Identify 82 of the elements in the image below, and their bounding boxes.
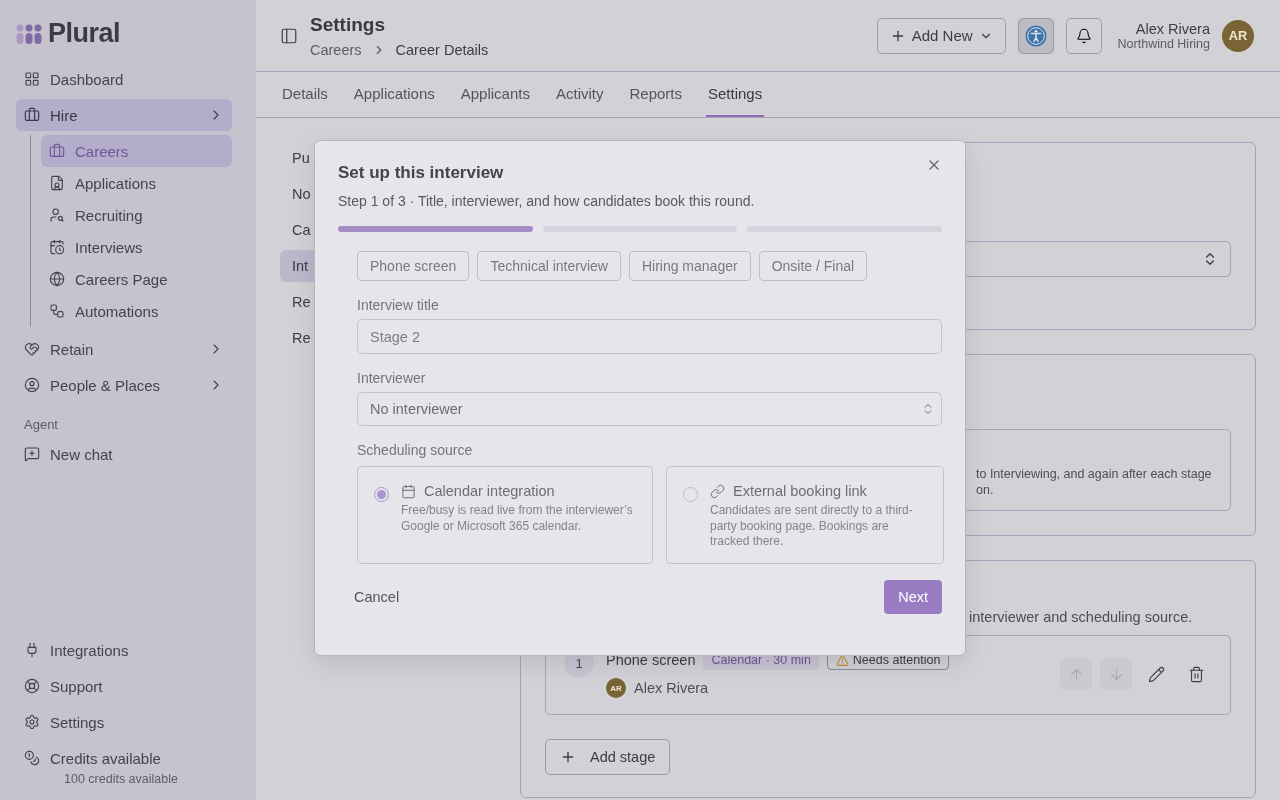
tab[interactable]: Applications <box>351 72 437 117</box>
tab[interactable]: Details <box>280 72 330 117</box>
card-description: interviewer and scheduling source. <box>969 609 1194 625</box>
title-input[interactable]: Stage 2 <box>357 319 942 354</box>
toggle-description: to Interviewing, and again after each stage <box>976 466 1213 482</box>
preset-chip[interactable]: Phone screen <box>357 251 470 281</box>
heart-hand-icon <box>24 341 40 357</box>
trash-icon <box>1187 665 1205 683</box>
option-title: Calendar integration <box>424 483 555 499</box>
field-label: Interviewer <box>357 370 427 386</box>
brand-name: Plural <box>48 18 121 49</box>
sidebar-item[interactable]: Integrations <box>16 634 232 666</box>
next-button[interactable]: Next <box>884 580 942 614</box>
briefcase-icon <box>49 143 65 159</box>
tab[interactable]: Settings <box>706 72 765 117</box>
option-description: Free/busy is read live from the interviewer’s Google or Microsoft 365 calendar. <box>401 503 634 534</box>
sidebar-item[interactable]: Hire <box>16 99 232 131</box>
logo-icon <box>16 22 42 45</box>
toggle-description: on. <box>976 482 995 498</box>
user-search-icon <box>49 207 65 223</box>
step-text: Step 1 of 3 · Title, interviewer, and how candidates book this round. <box>338 193 756 209</box>
sidebar-item[interactable]: Retain <box>16 333 232 365</box>
plus-icon <box>560 749 576 765</box>
calendar-icon <box>401 483 416 499</box>
user-name: Alex Rivera <box>1135 20 1210 37</box>
link-icon <box>710 483 725 499</box>
calendar-clock-icon <box>49 239 65 255</box>
sidebar-item[interactable]: New chat <box>16 438 232 470</box>
lifebuoy-icon <box>24 678 40 694</box>
source-option[interactable]: Calendar integration Free/busy is read live from the interviewer’s Google or Microsoft 365 calendar. <box>357 466 653 564</box>
user-avatar[interactable]: AR <box>1222 19 1254 52</box>
add-stage-button[interactable]: Add stage <box>545 739 671 775</box>
preset-chip[interactable]: Onsite / Final <box>758 251 868 281</box>
user-org: Northwind Hiring <box>1117 36 1210 51</box>
dialog-title: Set up this interview <box>338 163 504 183</box>
user-circle-icon <box>24 377 40 393</box>
field-label: Scheduling source <box>357 442 474 458</box>
grid-icon <box>24 71 40 87</box>
accessibility-icon <box>1024 24 1047 47</box>
workflow-icon <box>49 303 65 319</box>
section-label: Agent <box>23 416 59 434</box>
sidebar-toggle-icon[interactable] <box>280 26 298 45</box>
message-plus-icon <box>24 446 40 462</box>
pencil-icon <box>1147 665 1165 683</box>
sidebar-item[interactable]: Interviews <box>41 231 232 263</box>
sidebar-item[interactable]: Support <box>16 670 232 702</box>
interviewer-name: Alex Rivera <box>634 680 709 696</box>
preset-chip[interactable]: Hiring manager <box>628 251 751 281</box>
accessibility-button[interactable] <box>1017 17 1054 54</box>
sidebar-item[interactable]: Dashboard <box>16 63 232 95</box>
page-title: Settings <box>310 13 386 36</box>
sidebar-item[interactable]: Recruiting <box>41 199 232 231</box>
option-title: External booking link <box>733 483 867 499</box>
sidebar-item[interactable]: People & Places <box>16 369 232 401</box>
breadcrumb-link[interactable]: Career Details <box>395 41 489 58</box>
field-label: Interview title <box>357 297 440 313</box>
preset-chip[interactable]: Technical interview <box>477 251 621 281</box>
document-user-icon <box>49 175 65 191</box>
globe-icon <box>49 271 65 287</box>
add-new-button[interactable]: Add New <box>876 17 1006 54</box>
settings-icon <box>24 714 40 730</box>
option-description: Candidates are sent directly to a third-party booking page. Bookings are tracked there. <box>710 503 914 550</box>
cancel-button[interactable]: Cancel <box>354 589 400 605</box>
interviewer-select[interactable]: No interviewer <box>357 392 942 426</box>
coins-icon <box>24 750 40 766</box>
credits-detail: 100 credits available <box>63 772 179 786</box>
bell-icon <box>1075 27 1092 44</box>
interviewer-avatar: AR <box>606 678 626 698</box>
notifications-button[interactable] <box>1065 17 1102 54</box>
briefcase-icon <box>24 107 40 123</box>
plug-icon <box>24 642 40 658</box>
tab[interactable]: Reports <box>627 72 684 117</box>
sidebar-item[interactable]: Credits available <box>16 742 232 774</box>
tab[interactable]: Applicants <box>458 72 532 117</box>
tab[interactable]: Activity <box>553 72 606 117</box>
warning-icon <box>835 653 849 667</box>
breadcrumb-link[interactable]: Careers <box>310 41 362 58</box>
sidebar-item[interactable]: Settings <box>16 706 232 738</box>
sidebar-item[interactable]: Automations <box>41 295 232 327</box>
sidebar-item[interactable]: Careers Page <box>41 263 232 295</box>
source-option[interactable]: External booking link Candidates are sent directly to a third-party booking page. Bookings are tracked there. <box>666 466 944 564</box>
sidebar-item[interactable]: Applications <box>41 167 232 199</box>
